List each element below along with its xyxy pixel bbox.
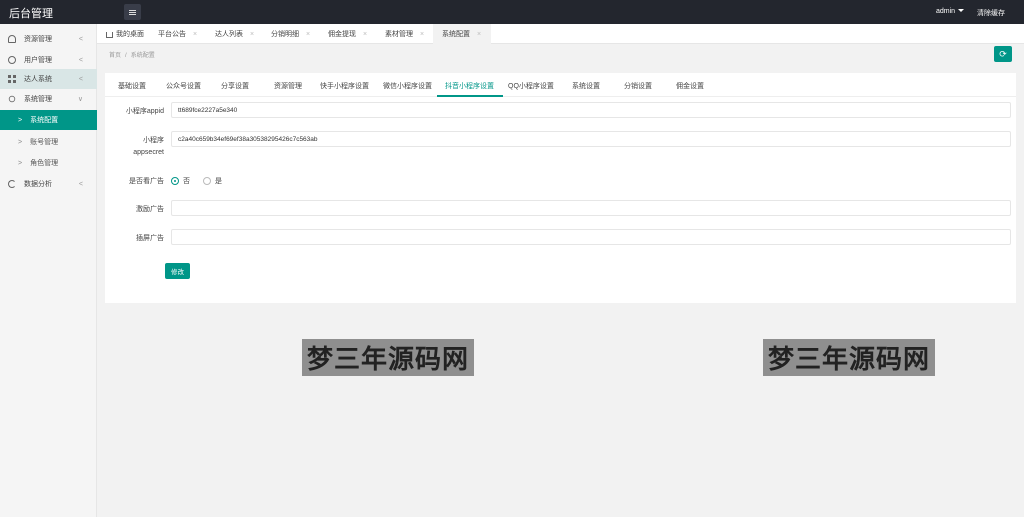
tab-desktop[interactable]: 我的桌面 bbox=[106, 24, 144, 44]
tab-announcements[interactable]: 平台公告 × bbox=[158, 24, 197, 44]
close-icon[interactable]: × bbox=[306, 31, 310, 38]
tab-label: 素材管理 bbox=[385, 31, 413, 38]
appid-input[interactable]: tt689fce2227a5e340 bbox=[171, 102, 1011, 118]
settings-tabs: 基础设置 公众号设置 分享设置 资源管理 快手小程序设置 微信小程序设置 抖音小… bbox=[105, 73, 1016, 97]
tab-label: 分销明细 bbox=[271, 31, 299, 38]
sidebar-item-resources[interactable]: 资源管理 < bbox=[0, 29, 97, 49]
menu-toggle-button[interactable] bbox=[124, 4, 141, 20]
tab-label: 平台公告 bbox=[158, 31, 186, 38]
breadcrumb-current: 系统配置 bbox=[130, 53, 155, 59]
sidebar-subitem-system-config[interactable]: > 系统配置 bbox=[0, 110, 97, 130]
chevron-left-icon: < bbox=[78, 56, 83, 64]
clear-cache-link[interactable]: 清除缓存 bbox=[977, 8, 1005, 18]
hamburger-icon bbox=[129, 11, 136, 13]
insert-ad-label: 插屏广告 bbox=[136, 235, 164, 242]
reward-ad-input[interactable] bbox=[171, 200, 1011, 216]
tab-label: 我的桌面 bbox=[116, 31, 144, 38]
sidebar-item-label: 系统管理 bbox=[24, 96, 52, 103]
watermark: 梦三年源码网 bbox=[763, 339, 935, 376]
radio-checked-icon bbox=[171, 177, 179, 185]
reward-ad-label: 激励广告 bbox=[136, 206, 164, 213]
sidebar: 资源管理 < 用户管理 < 达人系统 < 系统管理 ∨ > 系统配置 > 账号管… bbox=[0, 24, 97, 517]
refresh-icon: ⟳ bbox=[999, 48, 1007, 59]
sidebar-item-analytics[interactable]: 数据分析 < bbox=[0, 174, 97, 194]
submit-button[interactable]: 修改 bbox=[165, 263, 190, 279]
refresh-button[interactable]: ⟳ bbox=[994, 46, 1012, 62]
tab-wechat[interactable]: 微信小程序设置 bbox=[383, 81, 432, 91]
breadcrumb-separator: / bbox=[125, 53, 127, 59]
sidebar-item-label: 用户管理 bbox=[24, 57, 52, 64]
sidebar-item-label: 系统配置 bbox=[30, 117, 59, 124]
sidebar-item-influencers[interactable]: 达人系统 < bbox=[0, 69, 97, 89]
appsecret-label-line2: appsecret bbox=[133, 149, 164, 156]
tab-materials[interactable]: 素材管理 × bbox=[385, 24, 424, 44]
breadcrumb-home[interactable]: 首页 bbox=[109, 53, 121, 59]
tab-commission-settings[interactable]: 佣金设置 bbox=[676, 81, 704, 91]
sidebar-subitem-accounts[interactable]: > 账号管理 bbox=[0, 132, 97, 152]
tab-official-account[interactable]: 公众号设置 bbox=[166, 81, 201, 91]
chevron-right-icon: > bbox=[18, 159, 23, 167]
top-header: 后台管理 admin 清除缓存 bbox=[0, 0, 1024, 24]
tab-system-config[interactable]: 系统配置 × bbox=[433, 24, 492, 44]
sidebar-item-system[interactable]: 系统管理 ∨ bbox=[0, 89, 97, 109]
insert-ad-input[interactable] bbox=[171, 229, 1011, 245]
tab-system-settings[interactable]: 系统设置 bbox=[572, 81, 600, 91]
chevron-down-icon: ∨ bbox=[77, 96, 83, 103]
sidebar-item-label: 角色管理 bbox=[30, 160, 59, 167]
radio-label: 否 bbox=[183, 178, 190, 185]
tab-qq[interactable]: QQ小程序设置 bbox=[508, 81, 554, 91]
breadcrumb: 首页 / 系统配置 bbox=[109, 50, 155, 59]
user-outline-icon bbox=[8, 35, 16, 43]
close-icon[interactable]: × bbox=[420, 31, 424, 38]
tab-influencer-list[interactable]: 达人列表 × bbox=[215, 24, 254, 44]
close-icon[interactable]: × bbox=[250, 31, 254, 38]
tab-label: 达人列表 bbox=[215, 31, 243, 38]
tab-label: 佣金提现 bbox=[328, 31, 356, 38]
close-icon[interactable]: × bbox=[477, 31, 481, 38]
user-name: admin bbox=[936, 8, 956, 15]
appsecret-label: 小程序 appsecret bbox=[104, 135, 164, 159]
chart-icon bbox=[8, 180, 16, 188]
caret-down-icon bbox=[958, 9, 965, 12]
tab-douyin[interactable]: 抖音小程序设置 bbox=[445, 81, 494, 91]
tab-kuaishou[interactable]: 快手小程序设置 bbox=[320, 81, 369, 91]
sidebar-item-label: 达人系统 bbox=[24, 76, 52, 83]
ad-toggle-label: 是否看广告 bbox=[129, 178, 164, 185]
active-tab-indicator bbox=[437, 95, 503, 97]
radio-label: 是 bbox=[215, 178, 222, 185]
tab-distribution[interactable]: 分销明细 × bbox=[271, 24, 310, 44]
appsecret-label-line1: 小程序 bbox=[143, 137, 164, 144]
close-icon[interactable]: × bbox=[193, 31, 197, 38]
tab-withdrawals[interactable]: 佣金提现 × bbox=[328, 24, 367, 44]
close-icon[interactable]: × bbox=[363, 31, 367, 38]
grid-icon bbox=[8, 75, 16, 83]
face-icon bbox=[8, 56, 16, 64]
person-icon bbox=[8, 95, 16, 103]
sidebar-item-label: 账号管理 bbox=[30, 139, 59, 146]
radio-unchecked-icon bbox=[203, 177, 211, 185]
chevron-right-icon: > bbox=[18, 116, 23, 124]
sidebar-item-label: 数据分析 bbox=[24, 181, 52, 188]
tab-label: 系统配置 bbox=[442, 31, 470, 38]
ad-radio-yes[interactable]: 是 bbox=[203, 176, 222, 186]
tab-basic[interactable]: 基础设置 bbox=[118, 81, 146, 91]
sidebar-item-label: 资源管理 bbox=[24, 36, 52, 43]
home-icon bbox=[106, 32, 113, 38]
watermark: 梦三年源码网 bbox=[302, 339, 474, 376]
tab-distribution-settings[interactable]: 分销设置 bbox=[624, 81, 652, 91]
tab-share[interactable]: 分享设置 bbox=[221, 81, 249, 91]
ad-radio-no[interactable]: 否 bbox=[171, 176, 190, 186]
page-tabs-bar: 我的桌面 平台公告 × 达人列表 × 分销明细 × 佣金提现 × 素材管理 × … bbox=[97, 24, 1024, 44]
appid-label: 小程序appid bbox=[125, 108, 164, 115]
sidebar-item-users[interactable]: 用户管理 < bbox=[0, 50, 97, 70]
sidebar-subitem-roles[interactable]: > 角色管理 bbox=[0, 153, 97, 173]
tab-resources[interactable]: 资源管理 bbox=[274, 81, 302, 91]
appsecret-input[interactable]: c2a40c659b34ef69ef38a30538295426c7c563ab bbox=[171, 131, 1011, 147]
chevron-right-icon: > bbox=[18, 138, 23, 146]
chevron-left-icon: < bbox=[78, 75, 83, 83]
user-menu[interactable]: admin bbox=[936, 8, 965, 15]
brand-title: 后台管理 bbox=[9, 8, 53, 20]
chevron-left-icon: < bbox=[78, 180, 83, 188]
chevron-left-icon: < bbox=[78, 35, 83, 43]
